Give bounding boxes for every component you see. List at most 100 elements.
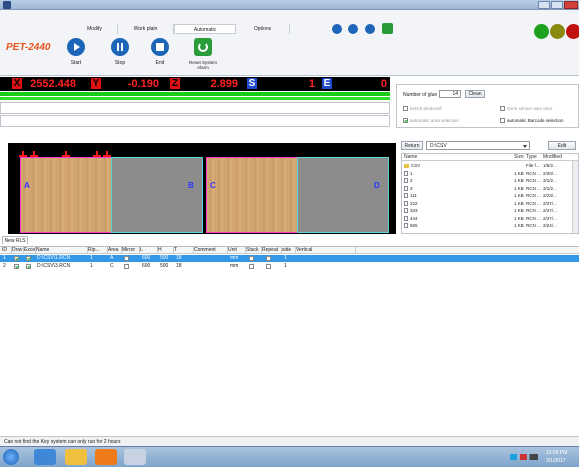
zone-sensor-checkbox[interactable]	[500, 106, 505, 112]
file-row[interactable]: 222 1 KB RCN ... 2/27/...	[402, 200, 572, 207]
clock-time: 12:59 PM	[546, 450, 568, 456]
mirror-checkbox[interactable]	[124, 264, 129, 269]
file-list: Name Size Type Modified CSV File f... 1/5/…	[401, 153, 579, 234]
close-button[interactable]	[564, 1, 578, 9]
row-unit: mm	[230, 255, 239, 261]
row-side: 1	[284, 263, 287, 269]
stop-button[interactable]: Stop	[106, 38, 134, 78]
zone-c-panel[interactable]	[206, 157, 298, 233]
file-row[interactable]: 111 1 KB RCN ... 2/23/...	[402, 192, 572, 199]
clean-button[interactable]: Clean	[465, 90, 485, 98]
return-button[interactable]: Return	[401, 141, 423, 150]
table-tab[interactable]: New RLS	[2, 236, 28, 244]
table-header-cell[interactable]: Drav	[12, 247, 24, 254]
quick-reset-icon[interactable]	[382, 23, 393, 34]
zone-sensor-option[interactable]: Zone sensor auto door	[500, 106, 552, 112]
table-header-cell[interactable]: Rip...	[88, 247, 108, 254]
media-player-icon[interactable]	[95, 449, 117, 465]
file-row[interactable]: 1 1 KB RCN ... 2/20/...	[402, 170, 572, 177]
tab-work-plain[interactable]: Work plain	[118, 24, 174, 34]
file-row[interactable]: 3 1 KB RCN ... 3/1/2...	[402, 185, 572, 192]
table-row[interactable]: 1 D:\CSV\1.RCN 1 A 600 500 18 mm 1	[0, 255, 579, 262]
table-header-cell[interactable]: Mirror	[122, 247, 140, 254]
zone-a-panel[interactable]	[20, 157, 112, 233]
quick-stop-icon[interactable]	[365, 24, 375, 34]
file-row[interactable]: CSV File f... 1/5/2...	[402, 162, 572, 169]
file-name: 333	[410, 208, 418, 213]
table-header-cell[interactable]: Comment	[194, 247, 228, 254]
start-orb-icon[interactable]	[3, 449, 19, 465]
zone-d-panel[interactable]	[297, 157, 389, 233]
file-type: RCN ...	[526, 223, 541, 228]
draw-checkbox[interactable]	[14, 256, 19, 261]
reset-alarm-button[interactable]: Reset System Alarm	[185, 38, 221, 78]
file-icon	[404, 223, 408, 229]
auto-area-option[interactable]: automatic area selection	[403, 118, 459, 124]
file-row[interactable]: 333 1 KB RCN ... 2/27/...	[402, 207, 572, 214]
repeat-checkbox[interactable]	[266, 256, 271, 261]
table-header-cell[interactable]: T	[174, 247, 194, 254]
col-name[interactable]: Name	[404, 154, 417, 160]
file-row[interactable]: 2 1 KB RCN ... 3/1/2...	[402, 177, 572, 184]
file-icon	[404, 170, 408, 176]
quick-play-icon[interactable]	[332, 24, 342, 34]
table-header-cell[interactable]: Area	[108, 247, 122, 254]
zone-b-panel[interactable]	[111, 157, 203, 233]
file-list-scrollbar[interactable]	[572, 161, 578, 233]
file-row[interactable]: 555 1 KB RCN ... 2/24/...	[402, 222, 572, 229]
auto-barcode-option[interactable]: automatic Barcode selection	[500, 118, 564, 124]
tab-options[interactable]: Options	[236, 24, 290, 34]
table-header-cell[interactable]: Name	[36, 247, 88, 254]
edit-button[interactable]: Edit	[548, 141, 576, 150]
status-light-red	[566, 24, 579, 39]
file-icon	[404, 185, 408, 191]
mirror-checkbox[interactable]	[124, 256, 129, 261]
tab-modify[interactable]: Modify	[72, 24, 118, 34]
stack-checkbox[interactable]	[249, 264, 254, 269]
bench-photocell-checkbox[interactable]	[403, 106, 408, 112]
table-header-cell[interactable]: ID	[2, 247, 12, 254]
table-header-cell[interactable]: Stack	[246, 247, 262, 254]
explorer-icon[interactable]	[65, 449, 87, 465]
file-modified: 3/1/2...	[543, 185, 557, 191]
exec-checkbox[interactable]	[26, 264, 31, 269]
quick-pause-icon[interactable]	[348, 24, 358, 34]
table-header-cell[interactable]: Vertical	[296, 247, 356, 254]
tab-automatic[interactable]: Automatic	[174, 24, 236, 34]
draw-checkbox[interactable]	[14, 264, 19, 269]
file-row[interactable]: 444 1 KB RCN ... 2/27/...	[402, 215, 572, 222]
start-label: Start	[70, 60, 82, 66]
app-taskbar-icon[interactable]	[124, 449, 146, 465]
clock-date: 3/1/2017	[546, 458, 566, 464]
play-icon	[67, 38, 85, 56]
table-header-cell[interactable]: Repeat	[262, 247, 282, 254]
table-header-cell[interactable]: side	[282, 247, 296, 254]
table-header-cell[interactable]: L	[140, 247, 158, 254]
app-name: PET-2440	[6, 42, 51, 53]
exec-checkbox[interactable]	[26, 256, 31, 261]
zone-a-label: A	[24, 181, 30, 190]
col-size[interactable]: Size	[514, 154, 524, 160]
end-button[interactable]: End	[146, 38, 174, 78]
auto-barcode-checkbox[interactable]	[500, 118, 505, 124]
y-axis-value: -0.190	[127, 78, 159, 90]
table-row[interactable]: 2 D:\CSV\3.RCN 1 C 600 500 18 mm 1	[0, 263, 579, 270]
minimize-button[interactable]	[538, 1, 550, 9]
auto-area-checkbox[interactable]	[403, 118, 408, 124]
col-type[interactable]: Type	[526, 154, 537, 160]
path-dropdown[interactable]: D:\CSV	[426, 141, 530, 150]
table-header-cell[interactable]: Unit	[228, 247, 246, 254]
table-header-cell[interactable]: Exce	[24, 247, 36, 254]
stack-checkbox[interactable]	[249, 256, 254, 261]
browser-icon[interactable]	[34, 449, 56, 465]
row-height: 500	[160, 263, 169, 269]
repeat-checkbox[interactable]	[266, 264, 271, 269]
maximize-button[interactable]	[551, 1, 563, 9]
glue-count-field[interactable]: 14	[439, 90, 461, 98]
row-side: 1	[284, 255, 287, 261]
table-header-cell[interactable]: H	[158, 247, 174, 254]
bench-photocell-option[interactable]: bench photocell	[403, 106, 442, 112]
start-button[interactable]: Start	[62, 38, 90, 78]
col-modified[interactable]: Modified	[543, 154, 562, 160]
file-icon	[404, 178, 408, 184]
